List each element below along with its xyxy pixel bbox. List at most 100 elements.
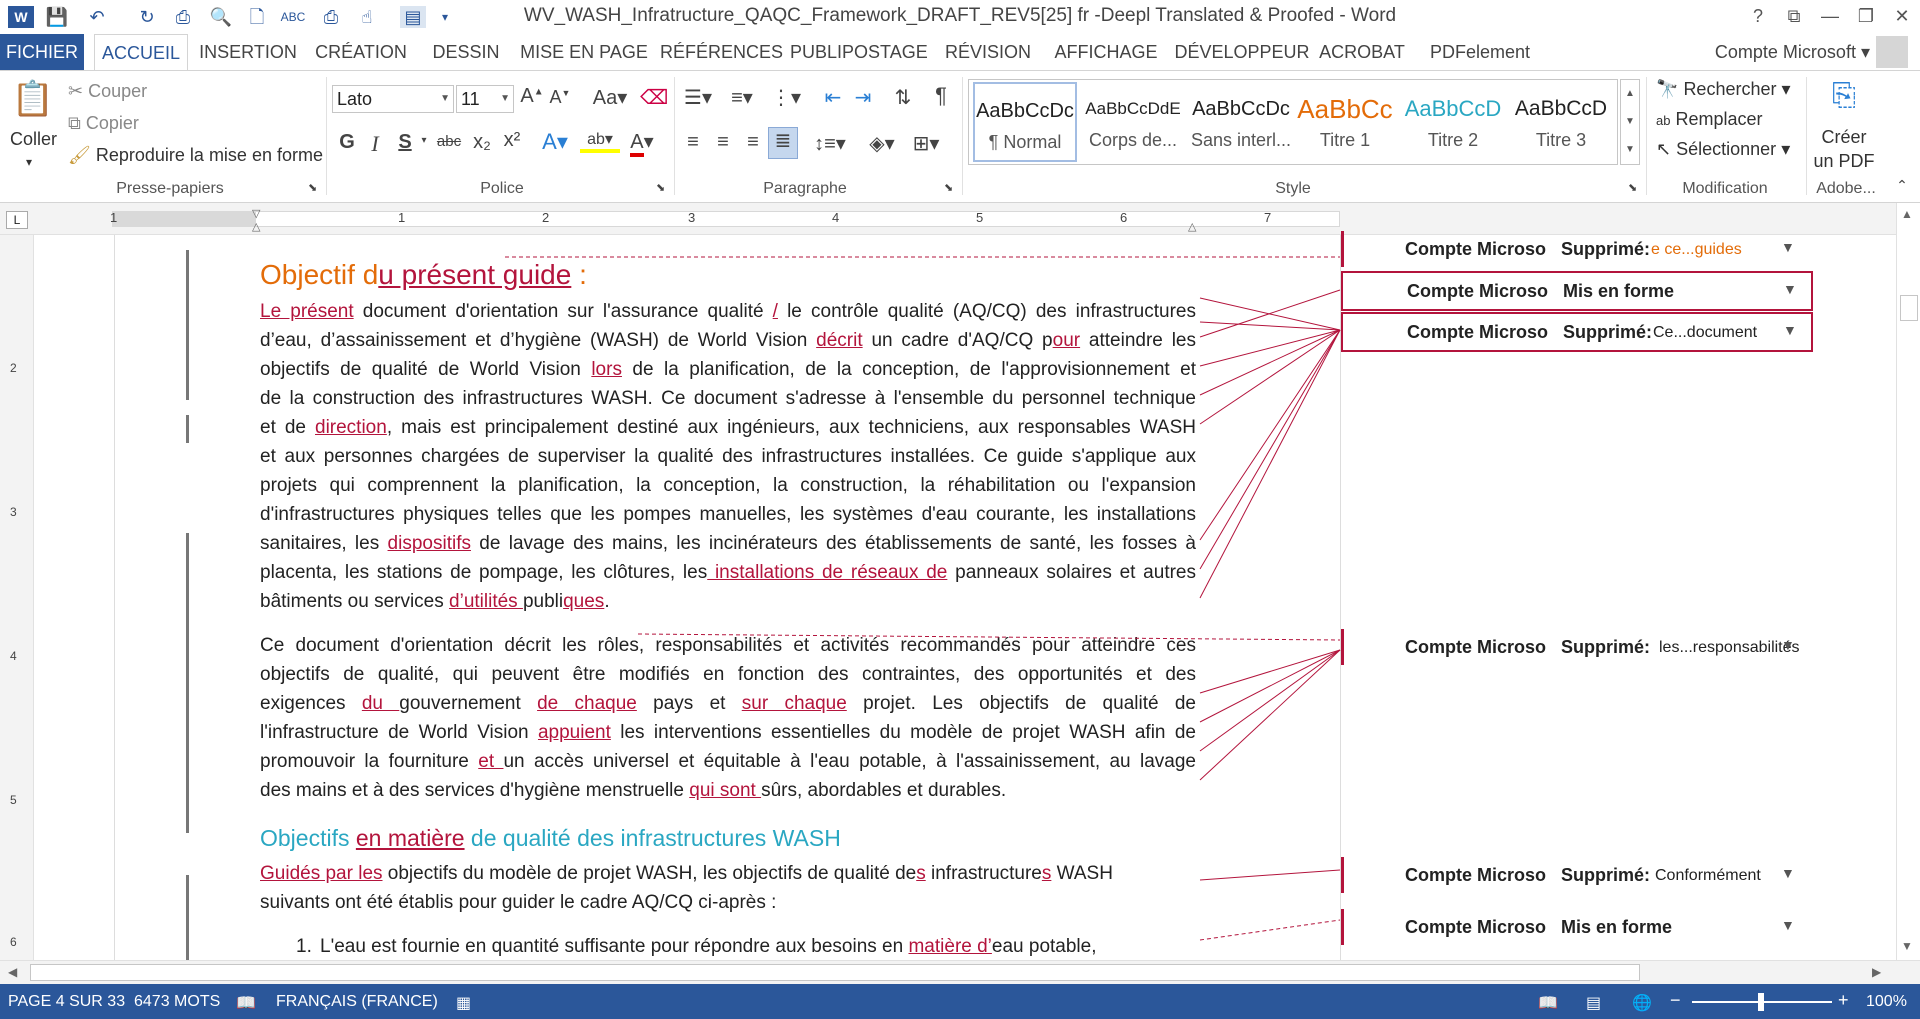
read-mode-icon[interactable]: 📖: [1538, 993, 1558, 1013]
left-indent-marker[interactable]: △: [252, 220, 260, 233]
find-button[interactable]: 🔭 Rechercher ▾: [1656, 79, 1791, 100]
multilevel-list-icon[interactable]: ⋮▾: [768, 85, 804, 110]
proofing-icon[interactable]: 📖: [236, 993, 256, 1013]
align-right-icon[interactable]: ≡: [740, 131, 766, 154]
tab-fichier[interactable]: FICHIER: [0, 34, 84, 70]
style-titre-3[interactable]: AaBbCcD Titre 3: [1509, 82, 1613, 162]
style-titre-1[interactable]: AaBbCc Titre 1: [1293, 82, 1397, 162]
tab-creation[interactable]: CRÉATION: [308, 34, 414, 70]
balloon-menu-icon[interactable]: ▼: [1781, 917, 1795, 933]
underline-button[interactable]: S: [394, 131, 416, 154]
align-center-icon[interactable]: ≡: [710, 131, 736, 154]
clipboard-launcher-icon[interactable]: ⬊: [308, 181, 317, 194]
help-button[interactable]: ?: [1740, 3, 1776, 29]
superscript-button[interactable]: x²: [500, 129, 524, 152]
balloon-menu-icon[interactable]: ▼: [1781, 637, 1795, 653]
font-color-icon[interactable]: A▾: [624, 129, 660, 157]
strikethrough-button[interactable]: abc: [434, 133, 464, 150]
tab-publipostage[interactable]: PUBLIPOSTAGE: [790, 34, 928, 70]
right-indent-marker[interactable]: △: [1188, 220, 1196, 233]
balloon-menu-icon[interactable]: ▼: [1783, 322, 1797, 338]
cut-button[interactable]: ✂ Couper: [68, 81, 147, 102]
style-normal[interactable]: AaBbCcDc ¶ Normal: [973, 82, 1077, 162]
change-case-button[interactable]: Aa▾: [588, 85, 632, 110]
replace-button[interactable]: ab Remplacer: [1656, 109, 1763, 130]
justify-icon[interactable]: ≣: [768, 127, 798, 159]
revision-balloon[interactable]: Compte Microso Supprimé: les...responsab…: [1341, 629, 1811, 669]
zoom-level[interactable]: 100%: [1866, 993, 1907, 1011]
balloon-menu-icon[interactable]: ▼: [1781, 865, 1795, 881]
paste-icon[interactable]: 📋: [10, 79, 56, 127]
page-indicator[interactable]: PAGE 4 SUR 33: [8, 993, 125, 1011]
bullets-icon[interactable]: ☰▾: [680, 85, 716, 110]
document-page[interactable]: Objectif du présent guide : Le présent d…: [260, 235, 1196, 960]
tab-affichage[interactable]: AFFICHAGE: [1050, 34, 1162, 70]
account-name[interactable]: Compte Microsoft ▾: [1700, 34, 1870, 70]
shrink-font-icon[interactable]: A▼: [548, 87, 572, 108]
restore-button[interactable]: ❐: [1848, 3, 1884, 29]
revision-balloon[interactable]: Compte Microso Supprimé: Ce...document ▼: [1341, 312, 1813, 352]
numbering-icon[interactable]: ≡▾: [724, 85, 760, 110]
print-layout-icon[interactable]: ▤: [1586, 993, 1601, 1013]
revision-balloon[interactable]: Compte Microso Mis en forme ▼: [1341, 909, 1811, 949]
font-size-combo[interactable]: 11 ▼: [456, 85, 514, 113]
tab-references[interactable]: RÉFÉRENCES: [660, 34, 783, 70]
scroll-up-icon[interactable]: ▲: [1901, 207, 1913, 221]
horizontal-scrollbar[interactable]: ◀ ▶: [0, 960, 1920, 984]
align-left-icon[interactable]: ≡: [680, 131, 706, 154]
subscript-button[interactable]: x₂: [470, 131, 494, 154]
paragraph-launcher-icon[interactable]: ⬊: [944, 181, 953, 194]
collapse-ribbon-icon[interactable]: ⌃: [1892, 177, 1912, 194]
tab-dessin[interactable]: DESSIN: [424, 34, 508, 70]
revision-balloon[interactable]: Compte Microso Supprimé: Conformément ▼: [1341, 857, 1811, 897]
vertical-scrollbar[interactable]: ▲ ▼: [1896, 203, 1920, 960]
create-pdf-label-2[interactable]: un PDF: [1806, 151, 1882, 172]
scroll-down-icon[interactable]: ▼: [1901, 939, 1913, 953]
language-indicator[interactable]: FRANÇAIS (FRANCE): [276, 993, 438, 1011]
scroll-right-icon[interactable]: ▶: [1872, 965, 1881, 979]
tab-selector-icon[interactable]: L: [6, 211, 28, 229]
line-spacing-icon[interactable]: ↕≡▾: [810, 131, 850, 156]
sort-icon[interactable]: ⇅: [890, 85, 916, 110]
zoom-slider-thumb[interactable]: [1758, 993, 1764, 1011]
tab-acrobat[interactable]: ACROBAT: [1314, 34, 1410, 70]
ribbon-display-button[interactable]: ⧉: [1776, 3, 1812, 29]
format-painter-button[interactable]: 🖌 Reproduire la mise en forme: [68, 145, 323, 166]
clear-formatting-icon[interactable]: ⌫: [640, 85, 668, 110]
bold-button[interactable]: G: [336, 131, 358, 154]
zoom-in-icon[interactable]: +: [1838, 990, 1849, 1011]
style-sans-interligne[interactable]: AaBbCcDc Sans interl...: [1189, 82, 1293, 162]
tab-accueil[interactable]: ACCUEIL: [94, 34, 188, 70]
italic-button[interactable]: I: [364, 131, 386, 157]
underline-dropdown-icon[interactable]: ▾: [418, 135, 430, 146]
scroll-left-icon[interactable]: ◀: [8, 965, 17, 979]
style-corps[interactable]: AaBbCcDdE Corps de...: [1081, 82, 1185, 162]
macro-icon[interactable]: ▦: [456, 993, 471, 1013]
hscroll-thumb[interactable]: [30, 964, 1640, 981]
revision-balloon[interactable]: Compte Microso Mis en forme ▼: [1341, 271, 1813, 311]
highlight-icon[interactable]: ab▾: [580, 129, 620, 153]
styles-launcher-icon[interactable]: ⬊: [1628, 181, 1637, 194]
avatar[interactable]: [1876, 36, 1908, 68]
tab-insertion[interactable]: INSERTION: [196, 34, 300, 70]
tab-developpeur[interactable]: DÉVELOPPEUR: [1172, 34, 1312, 70]
style-titre-2[interactable]: AaBbCcD Titre 2: [1401, 82, 1505, 162]
grow-font-icon[interactable]: A▲: [520, 85, 544, 108]
balloon-menu-icon[interactable]: ▼: [1783, 281, 1797, 297]
text-effects-icon[interactable]: A▾: [540, 129, 570, 155]
borders-icon[interactable]: ⊞▾: [906, 131, 946, 156]
styles-scroll[interactable]: ▲ ▼ ▼: [1620, 79, 1640, 165]
revision-balloon[interactable]: Compte Microso Supprimé: e ce...guides ▼: [1341, 231, 1811, 271]
paste-button[interactable]: Coller: [10, 129, 57, 150]
decrease-indent-icon[interactable]: ⇤: [820, 85, 846, 110]
tab-mise-en-page[interactable]: MISE EN PAGE: [518, 34, 650, 70]
font-launcher-icon[interactable]: ⬊: [656, 181, 665, 194]
paste-dropdown-icon[interactable]: ▾: [26, 155, 32, 169]
show-formatting-icon[interactable]: ¶: [928, 83, 954, 109]
tab-revision[interactable]: RÉVISION: [936, 34, 1040, 70]
pdf-icon[interactable]: ⎘: [1824, 79, 1864, 119]
create-pdf-label-1[interactable]: Créer: [1814, 127, 1874, 148]
shading-icon[interactable]: ◈▾: [862, 131, 902, 156]
zoom-out-icon[interactable]: −: [1670, 990, 1681, 1011]
minimize-button[interactable]: —: [1812, 3, 1848, 29]
